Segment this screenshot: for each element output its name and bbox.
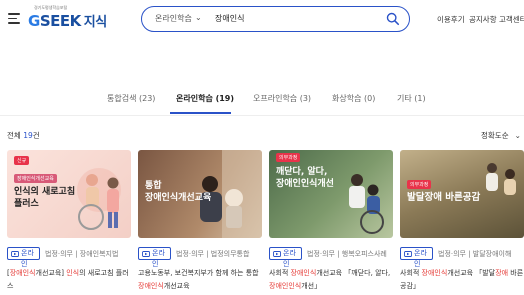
title-text: 개선교육 「깨닫다, 알다, <box>316 269 391 277</box>
play-icon <box>404 250 412 257</box>
play-icon <box>273 250 281 257</box>
title-text: 개선」 <box>301 282 322 290</box>
course-thumbnail[interactable]: 의무과정 발달장애 바른공감 <box>400 150 524 238</box>
keyword-highlight: 장애인식 <box>421 269 448 277</box>
course-meta: 법정·의무 | 발달장애이해 <box>438 250 512 258</box>
result-count: 전체 19건 <box>7 131 40 140</box>
new-badge: 신규 <box>14 156 30 165</box>
thumbnail-title: 깨닫다, 알다, 장애인인식개선 <box>276 167 334 189</box>
mandatory-badge: 의무과정 <box>407 180 432 189</box>
course-thumbnail[interactable]: 의무과정 깨닫다, 알다, 장애인인식개선 <box>269 150 393 238</box>
course-card[interactable]: 신규 장애인식개선교육 인식의 새로고침 플러스 온라인 법정·의무 | 장애인… <box>7 150 131 295</box>
category-badge: 장애인식개선교육 <box>14 174 57 183</box>
tab-video[interactable]: 화상학습 (0) <box>332 93 375 104</box>
chevron-down-icon[interactable]: ⌄ <box>195 13 202 22</box>
course-title[interactable]: [장애인식개선교육] 인식의 새로고침 플러스 <box>7 267 131 293</box>
logo-text: GSEEK 지식 <box>28 12 107 30</box>
course-title[interactable]: 사회적 장애인식개선교육 「발달장애 바른공감」 <box>400 267 524 293</box>
tab-online[interactable]: 온라인학습 (19) <box>176 93 234 104</box>
search-input[interactable]: 장애인식 <box>215 13 244 24</box>
thumbnail-title: 인식의 새로고침 플러스 <box>14 187 76 209</box>
course-card[interactable]: 의무과정 발달장애 바른공감 온라인 법정·의무 | 발달장애이해 사회적 장애… <box>400 150 524 295</box>
divider <box>0 115 524 116</box>
keyword-highlight: 장애인식 <box>290 269 317 277</box>
thumbnail-title: 발달장애 바른공감 <box>407 192 481 203</box>
title-text: 사회적 <box>269 269 291 277</box>
online-badge: 온라인 <box>269 247 302 268</box>
play-icon <box>11 250 19 257</box>
title-text: 개선교육] <box>35 269 67 277</box>
photo <box>349 174 384 234</box>
course-title[interactable]: 사회적 장애인식개선교육 「깨닫다, 알다, 장애인인식개선」 <box>269 267 393 293</box>
tab-integrated[interactable]: 통합검색 (23) <box>107 93 155 104</box>
logo[interactable]: 경기도평생학습포털 GSEEK 지식 <box>28 4 118 34</box>
active-tab-indicator <box>170 112 231 114</box>
customer-center-link[interactable]: 고객센터 <box>499 14 524 25</box>
result-tabs: 통합검색 (23) 온라인학습 (19) 오프라인학습 (3) 화상학습 (0)… <box>0 88 524 116</box>
course-title[interactable]: 고용노동부, 보건복지부가 함께 하는 통합 장애인식개선교육 <box>138 267 262 293</box>
course-thumbnail[interactable]: 통합 장애인식개선교육 <box>138 150 262 238</box>
keyword-highlight: 장애인인식 <box>269 282 302 290</box>
menu-icon[interactable] <box>8 13 20 24</box>
mandatory-badge: 의무과정 <box>276 153 301 162</box>
course-meta: 법정·의무 | 장애인복지법 <box>45 250 119 258</box>
tab-other[interactable]: 기타 (1) <box>397 93 426 104</box>
keyword-highlight: 장애인식 <box>9 269 36 277</box>
keyword-highlight: 장애인식 <box>138 282 164 290</box>
keyword-highlight: 장애 <box>495 269 509 277</box>
search-bar: 온라인학습 ⌄ 장애인식 <box>141 6 410 32</box>
search-category-select[interactable]: 온라인학습 <box>155 13 192 24</box>
title-text: 사회적 <box>400 269 422 277</box>
thumbnail-title: 통합 장애인식개선교육 <box>145 181 212 203</box>
search-icon[interactable] <box>386 12 400 26</box>
sort-select[interactable]: 정확도순 ⌄ <box>481 130 521 141</box>
online-badge: 온라인 <box>138 247 171 268</box>
course-card[interactable]: 의무과정 깨닫다, 알다, 장애인인식개선 온라인 법정·의무 | 행복오피스사… <box>269 150 393 295</box>
header: 경기도평생학습포털 GSEEK 지식 온라인학습 ⌄ 장애인식 이용후기 공지사항… <box>0 0 524 40</box>
keyword-highlight: 인식 <box>66 269 80 277</box>
tab-offline[interactable]: 오프라인학습 (3) <box>253 93 311 104</box>
title-text: 고용노동부, 보건복지부가 함께 하는 통합 <box>138 269 259 277</box>
title-text: 개선교육 <box>163 282 190 290</box>
course-thumbnail[interactable]: 신규 장애인식개선교육 인식의 새로고침 플러스 <box>7 150 131 238</box>
play-icon <box>142 250 150 257</box>
course-card[interactable]: 통합 장애인식개선교육 온라인 법정·의무 | 법정의무통합 고용노동부, 보건… <box>138 150 262 295</box>
title-text: 개선교육 「발달 <box>447 269 496 277</box>
notice-link[interactable]: 공지사항 <box>469 14 497 25</box>
course-meta: 법정·의무 | 법정의무통합 <box>176 250 250 258</box>
course-meta: 법정·의무 | 행복오피스사례 <box>307 250 387 258</box>
chevron-down-icon: ⌄ <box>514 131 521 140</box>
online-badge: 온라인 <box>400 247 433 268</box>
reviews-link[interactable]: 이용후기 <box>437 14 465 25</box>
online-badge: 온라인 <box>7 247 40 268</box>
